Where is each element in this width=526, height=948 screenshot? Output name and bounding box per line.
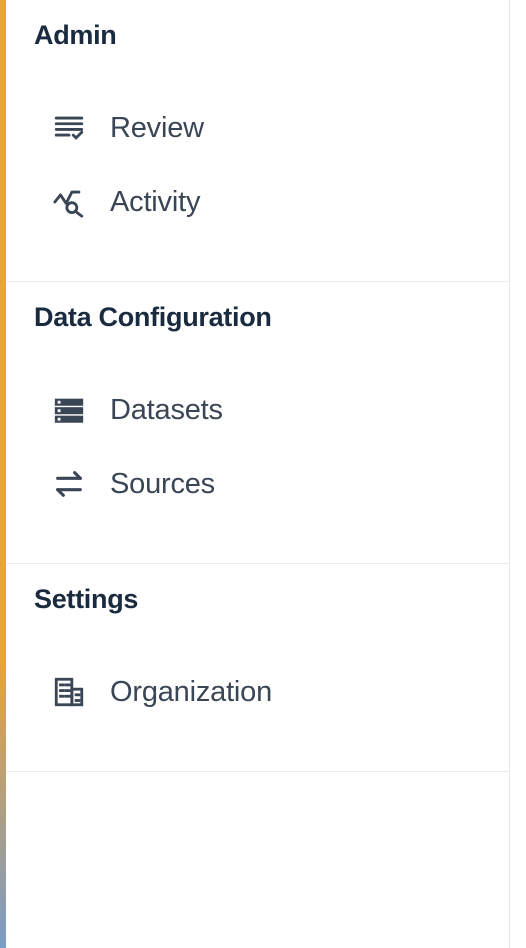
admin-section-title: Admin [34,20,481,51]
review-checklist-icon [52,111,86,145]
swap-arrows-icon [52,467,86,501]
data-configuration-section: Data Configuration Datasets [6,282,509,564]
data-configuration-section-title: Data Configuration [34,302,481,333]
right-edge-spacer [510,0,526,948]
sidebar-item-organization[interactable]: Organization [34,655,481,729]
sidebar-navigation: Admin Review Activi [6,0,510,948]
sidebar-item-activity[interactable]: Activity [34,165,481,239]
sidebar-item-label: Activity [110,186,200,219]
sidebar-item-label: Review [110,112,204,145]
settings-section: Settings Organization [6,564,509,772]
sidebar-item-datasets[interactable]: Datasets [34,373,481,447]
activity-search-icon [52,185,86,219]
storage-icon [52,393,86,427]
sidebar-item-label: Organization [110,676,272,709]
sidebar-item-review[interactable]: Review [34,91,481,165]
sidebar-item-label: Datasets [110,394,223,427]
settings-section-title: Settings [34,584,481,615]
sidebar-item-label: Sources [110,468,215,501]
organization-icon [52,675,86,709]
sidebar-item-sources[interactable]: Sources [34,447,481,521]
admin-section: Admin Review Activi [6,0,509,282]
